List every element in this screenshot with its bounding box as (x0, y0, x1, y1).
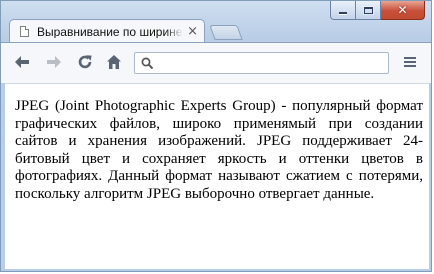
browser-window: ✕ Выравнивание по ширине × JPEG (Joint P… (0, 0, 432, 272)
maximize-icon (363, 6, 373, 14)
reload-button[interactable] (74, 51, 96, 73)
forward-button[interactable] (43, 51, 65, 73)
menu-icon (404, 57, 416, 67)
minimize-icon (339, 12, 347, 14)
back-button[interactable] (11, 51, 33, 73)
search-icon (141, 57, 154, 69)
tab-active[interactable]: Выравнивание по ширине × (9, 19, 205, 43)
home-icon (107, 55, 121, 69)
address-bar[interactable] (134, 52, 389, 74)
minimize-button[interactable] (330, 1, 356, 20)
forward-arrow-icon (47, 56, 61, 68)
back-arrow-icon (15, 56, 29, 68)
justified-paragraph: JPEG (Joint Photographic Experts Group) … (15, 98, 423, 202)
tab-title: Выравнивание по ширине (37, 25, 184, 38)
close-window-button[interactable]: ✕ (381, 1, 425, 20)
new-tab-button[interactable] (209, 25, 243, 40)
toolbar (1, 42, 431, 83)
home-button[interactable] (103, 51, 125, 73)
close-icon: ✕ (397, 3, 408, 17)
title-bar: ✕ Выравнивание по ширине × (1, 1, 431, 43)
page-content: JPEG (Joint Photographic Experts Group) … (5, 83, 429, 269)
maximize-button[interactable] (356, 1, 381, 20)
tab-close-icon[interactable]: × (187, 25, 198, 38)
page-icon (20, 26, 29, 37)
window-controls: ✕ (330, 1, 425, 21)
address-input[interactable] (160, 56, 388, 70)
menu-button[interactable] (399, 51, 421, 73)
reload-icon (78, 55, 92, 69)
